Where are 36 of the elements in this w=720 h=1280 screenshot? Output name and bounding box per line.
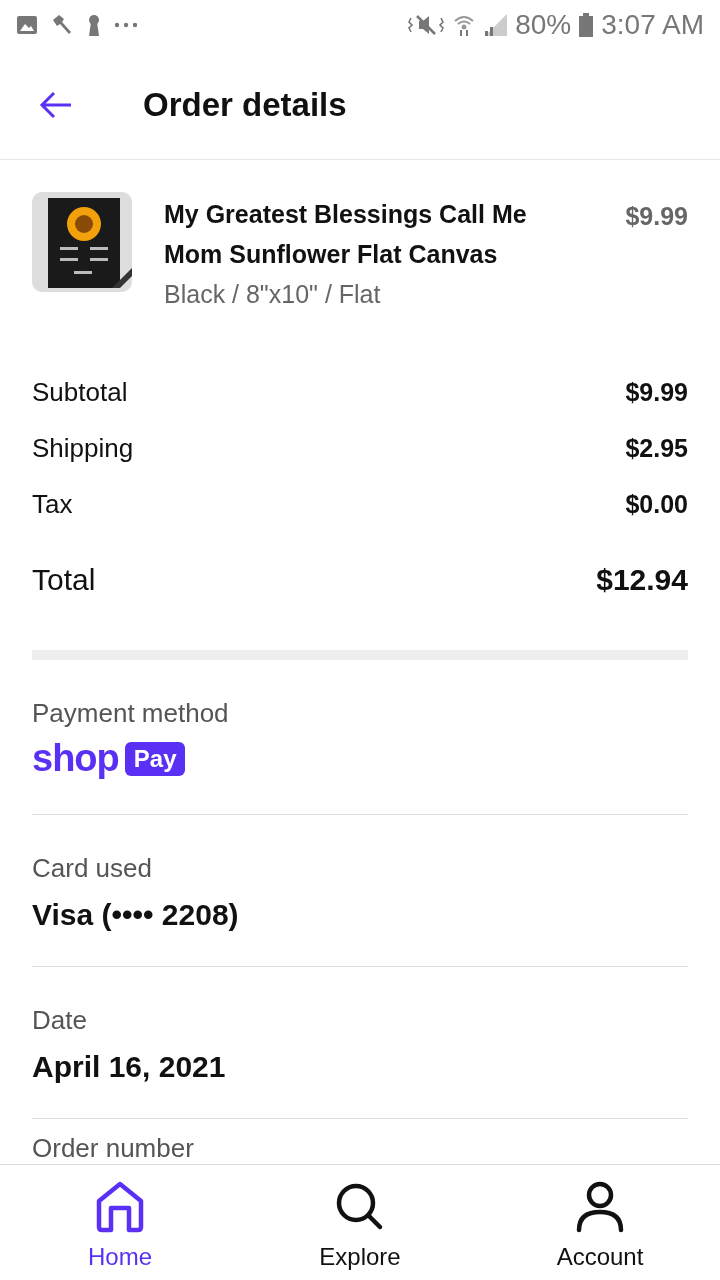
battery-icon — [579, 13, 594, 37]
keyhole-icon — [86, 13, 102, 37]
more-icon — [114, 22, 138, 28]
summary-label: Tax — [32, 488, 73, 520]
summary-label: Shipping — [32, 432, 134, 464]
clock-time: 3:07 AM — [601, 9, 704, 41]
detail-label: Card used — [32, 853, 153, 884]
wifi-icon — [453, 13, 476, 37]
mute-icon — [407, 13, 446, 37]
total-value: $12.94 — [596, 563, 688, 597]
home-icon — [95, 1181, 145, 1233]
product-price: $9.99 — [625, 202, 688, 231]
page-title: Order details — [143, 85, 347, 124]
detail-label: Date — [32, 1005, 88, 1036]
nav-tab[interactable]: Home — [0, 1165, 240, 1280]
person-icon — [575, 1181, 625, 1233]
product-name: My Greatest Blessings Call Me Mom Sunflower Flat Canvas — [164, 199, 528, 270]
logo-wordmark: shop — [32, 737, 119, 780]
summary-label: Subtotal — [32, 376, 128, 408]
product-variant: Black / 8"x10" / Flat — [164, 279, 382, 310]
battery-percent: 80% — [515, 9, 572, 41]
nav-tab[interactable]: Explore — [240, 1165, 480, 1280]
detail-label: Order number — [32, 1133, 195, 1164]
nav-tab[interactable]: Account — [480, 1165, 720, 1280]
detail-value: Visa (•••• 2208) — [32, 898, 240, 932]
image-icon — [16, 15, 38, 35]
summary-value: $2.95 — [625, 433, 688, 463]
summary-value: $9.99 — [625, 377, 688, 407]
detail-value: April 16, 2021 — [32, 1050, 227, 1084]
logo-badge: Pay — [124, 741, 186, 776]
back-arrow-icon[interactable] — [39, 90, 73, 119]
total-label: Total — [32, 563, 96, 597]
summary-value: $0.00 — [625, 489, 688, 519]
hammer-icon — [50, 13, 74, 37]
detail-label: Payment method — [32, 698, 230, 729]
signal-icon — [483, 14, 508, 36]
